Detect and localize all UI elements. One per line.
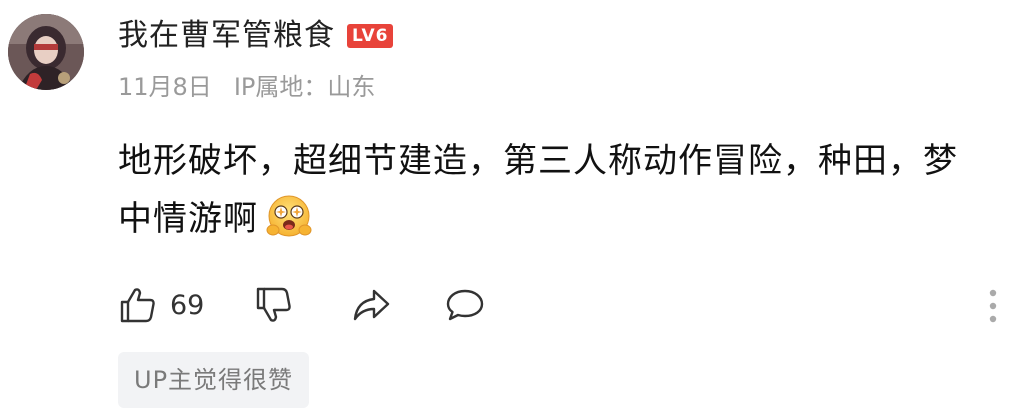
avatar-image (8, 14, 84, 90)
comment-meta: 11月8日 IP属地：山东 (118, 64, 375, 104)
comment-text: 地形破坏，超细节建造，第三人称动作冒险，种田，梦中情游啊 (118, 141, 958, 239)
dislike-button[interactable] (254, 285, 294, 325)
username-row: 我在曹军管粮食 LV6 (118, 14, 394, 58)
username[interactable]: 我在曹军管粮食 (118, 14, 335, 58)
avatar[interactable] (8, 14, 84, 90)
thumbs-up-icon (120, 288, 155, 323)
comment-text-block: 地形破坏，超细节建造，第三人称动作冒险，种田，梦中情游啊 (118, 132, 978, 248)
up-liked-tag: UP主觉得很赞 (118, 352, 310, 408)
share-icon (354, 289, 390, 321)
share-button[interactable] (350, 285, 392, 325)
comment-actions: 69 (118, 282, 486, 328)
like-button[interactable]: 69 (118, 285, 204, 325)
comment-date: 11月8日 (118, 72, 212, 101)
ip-location: IP属地：山东 (233, 72, 376, 101)
comment-icon (447, 289, 484, 321)
more-button[interactable] (980, 286, 1006, 326)
reply-button[interactable] (444, 285, 486, 325)
thumbs-down-icon (257, 287, 292, 322)
like-count: 69 (170, 289, 205, 321)
more-vertical-icon (989, 289, 997, 323)
level-badge: LV6 (347, 24, 394, 48)
comment-item: 我在曹军管粮食 LV6 11月8日 IP属地：山东 地形破坏，超细节建造，第三人… (0, 0, 1026, 420)
starry-eyed-face-emoji (266, 195, 312, 236)
